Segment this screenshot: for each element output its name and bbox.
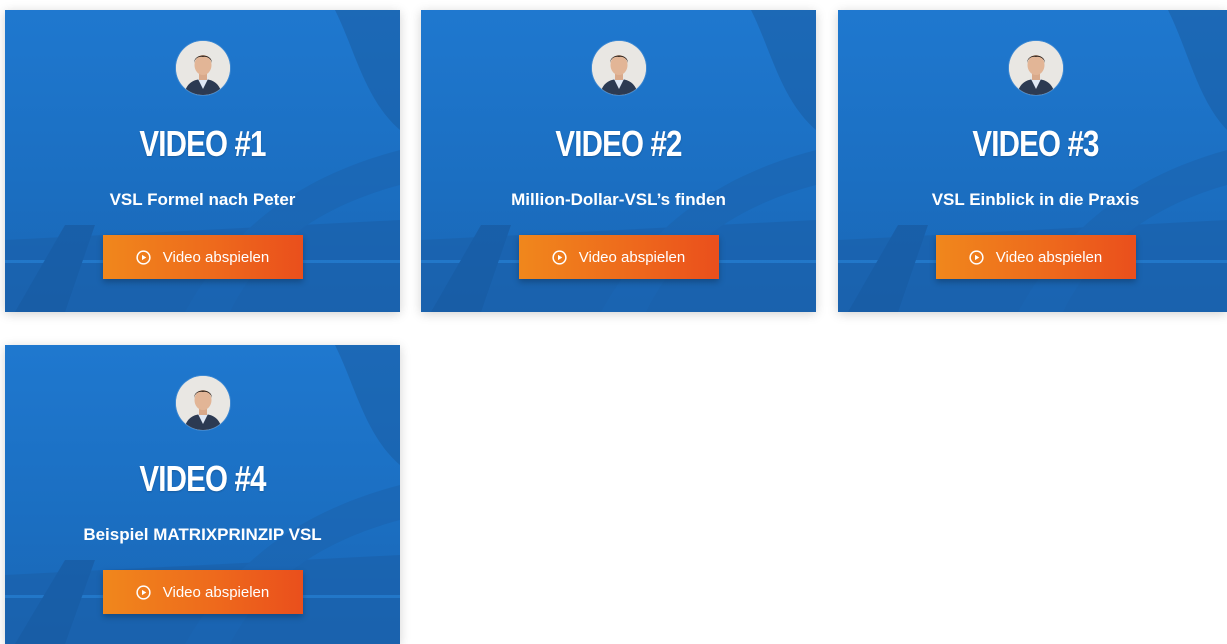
- avatar: [1008, 41, 1063, 95]
- video-subtitle: Beispiel MATRIXPRINZIP VSL: [83, 525, 322, 544]
- play-video-button-label: Video abspielen: [162, 583, 270, 601]
- video-title: VIDEO #1: [139, 123, 266, 164]
- avatar: [175, 376, 230, 430]
- video-subtitle: Million-Dollar-VSL’s finden: [511, 190, 726, 209]
- avatar: [591, 41, 646, 95]
- video-title: VIDEO #3: [972, 123, 1099, 164]
- play-circle-icon: [552, 249, 567, 265]
- play-video-button[interactable]: Video abspielen: [102, 570, 303, 614]
- play-video-button[interactable]: Video abspielen: [102, 235, 303, 279]
- play-circle-icon: [136, 249, 151, 265]
- video-card-2: VIDEO #2 Million-Dollar-VSL’s finden Vid…: [421, 10, 816, 312]
- video-subtitle: VSL Einblick in die Praxis: [931, 190, 1140, 209]
- video-card-3: VIDEO #3 VSL Einblick in die Praxis Vide…: [838, 10, 1227, 312]
- video-grid: VIDEO #1 VSL Formel nach Peter Video abs…: [0, 0, 1227, 644]
- video-title: VIDEO #4: [139, 458, 266, 499]
- play-video-button[interactable]: Video abspielen: [935, 235, 1136, 279]
- video-card-4: VIDEO #4 Beispiel MATRIXPRINZIP VSL Vide…: [5, 345, 400, 644]
- video-title: VIDEO #2: [555, 123, 682, 164]
- play-video-button[interactable]: Video abspielen: [518, 235, 719, 279]
- play-video-button-label: Video abspielen: [995, 248, 1103, 266]
- video-card-1: VIDEO #1 VSL Formel nach Peter Video abs…: [5, 10, 400, 312]
- video-subtitle: VSL Formel nach Peter: [109, 190, 296, 209]
- play-circle-icon: [969, 249, 984, 265]
- play-circle-icon: [136, 584, 151, 600]
- play-video-button-label: Video abspielen: [578, 248, 686, 266]
- play-video-button-label: Video abspielen: [162, 248, 270, 266]
- avatar: [175, 41, 230, 95]
